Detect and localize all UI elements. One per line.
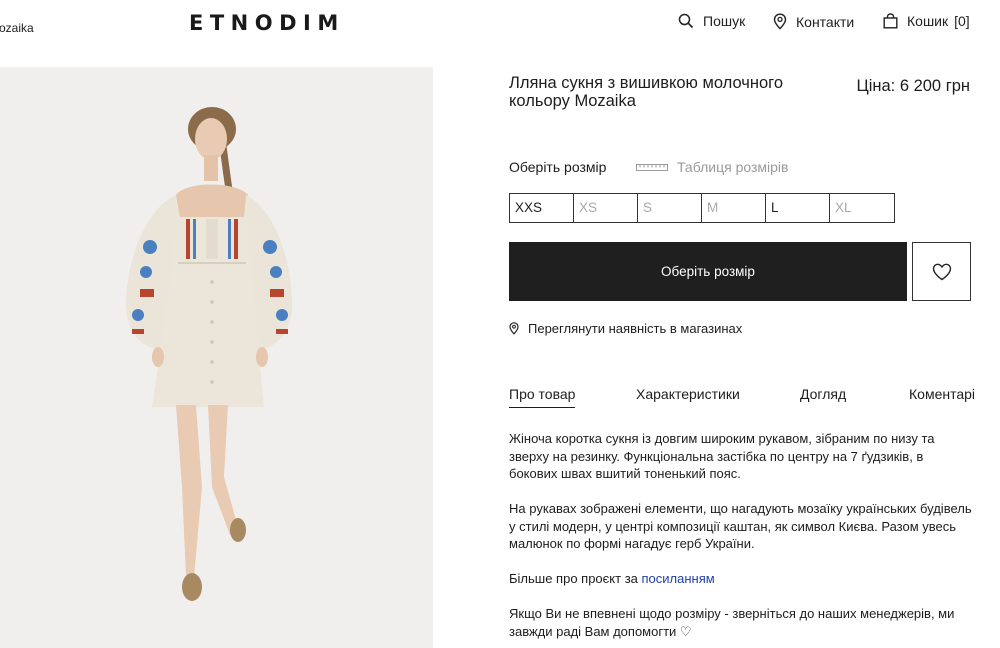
size-option-s[interactable]: S	[638, 194, 702, 222]
product-description: Жіноча коротка сукня із довгим широким р…	[509, 430, 974, 648]
product-price: Ціна: 6 200 грн	[856, 77, 970, 95]
search-icon	[678, 13, 694, 29]
search-label: Пошук	[703, 13, 746, 29]
tab-characteristics[interactable]: Характеристики	[636, 386, 740, 402]
wishlist-button[interactable]	[912, 242, 971, 301]
size-option-xs[interactable]: XS	[574, 194, 638, 222]
size-option-m[interactable]: M	[702, 194, 766, 222]
tab-comments[interactable]: Коментарі	[909, 386, 975, 402]
description-paragraph: Більше про проєкт за посиланням	[509, 570, 974, 588]
store-availability-link[interactable]: Переглянути наявність в магазинах	[509, 321, 742, 336]
cart-label: Кошик	[907, 13, 949, 29]
description-paragraph: Якщо Ви не впевнені щодо розміру - зверн…	[509, 606, 955, 639]
contacts-link[interactable]: Контакти	[773, 13, 854, 30]
description-paragraph: На рукавах зображені елементи, що нагаду…	[509, 501, 972, 551]
add-to-cart-label: Оберіть розмір	[661, 264, 755, 279]
choose-size-label: Оберіть розмір	[509, 159, 607, 175]
location-pin-icon	[509, 322, 519, 335]
product-photo[interactable]	[0, 67, 433, 648]
size-option-xxs[interactable]: XXS	[510, 194, 574, 222]
breadcrumb[interactable]: ozaika	[0, 21, 34, 35]
add-to-cart-button[interactable]: Оберіть розмір	[509, 242, 907, 301]
size-table-label: Таблиця розмірів	[677, 159, 789, 175]
project-more-text: Більше про проєкт за	[509, 571, 642, 586]
size-selector: XXS XS S M L XL	[509, 193, 895, 223]
store-availability-label: Переглянути наявність в магазинах	[528, 321, 743, 336]
product-model-image	[0, 67, 433, 648]
product-title: Лляна сукня з вишивкою молочного кольору…	[509, 74, 784, 110]
location-pin-icon	[773, 13, 787, 30]
site-header: ozaika ETNODIM Пошук Контакти Кошик [0]	[0, 0, 1000, 46]
project-link[interactable]: посиланням	[642, 571, 715, 586]
tab-care[interactable]: Догляд	[800, 386, 846, 402]
site-logo[interactable]: ETNODIM	[189, 11, 345, 35]
tab-about[interactable]: Про товар	[509, 386, 576, 408]
size-option-xl[interactable]: XL	[830, 194, 894, 222]
contacts-label: Контакти	[796, 13, 855, 30]
ruler-icon	[636, 164, 668, 171]
size-table-link[interactable]: Таблиця розмірів	[636, 159, 788, 175]
heart-icon	[932, 263, 951, 280]
shopping-bag-icon	[883, 13, 898, 29]
description-paragraph: Жіноча коротка сукня із довгим широким р…	[509, 431, 935, 481]
size-option-l[interactable]: L	[766, 194, 830, 222]
cart-count: [0]	[954, 13, 970, 29]
cart-link[interactable]: Кошик [0]	[883, 13, 970, 29]
search-link[interactable]: Пошук	[678, 13, 745, 29]
